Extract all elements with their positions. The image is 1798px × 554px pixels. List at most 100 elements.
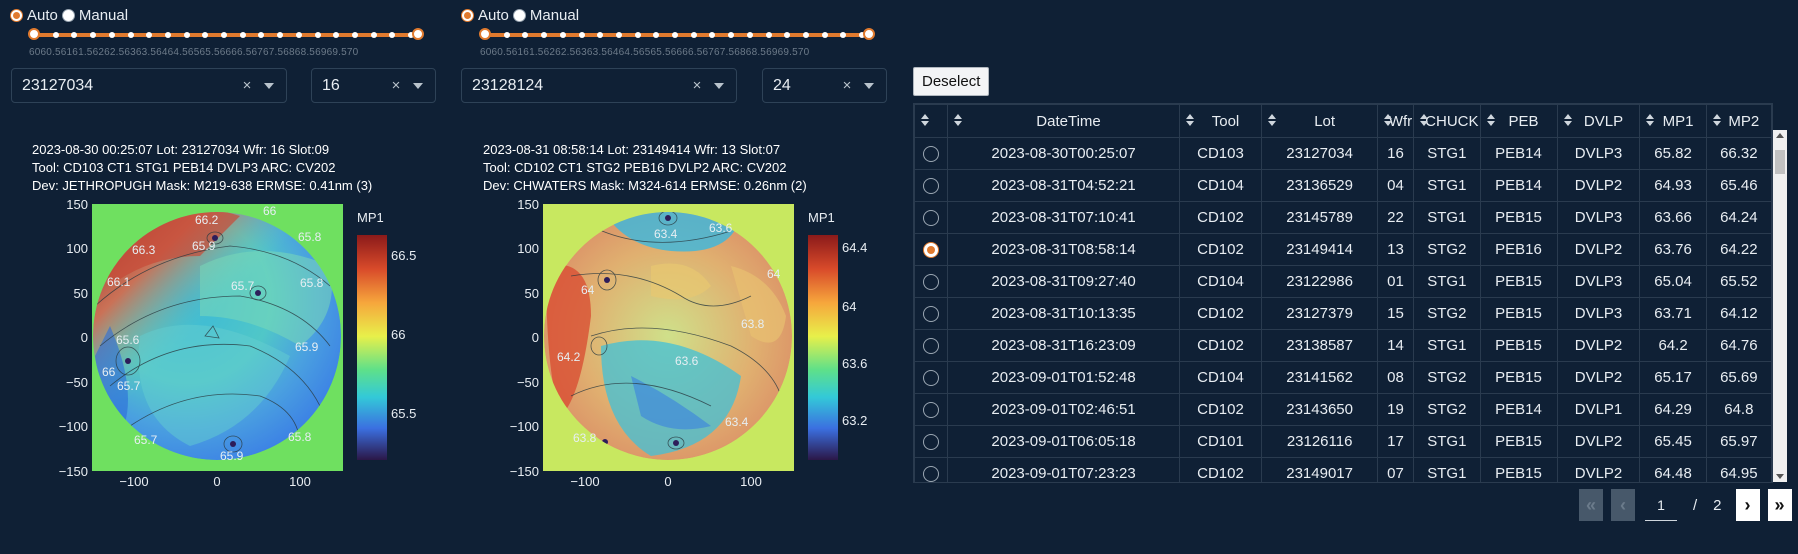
lot-select[interactable]: 23128124 × [461, 68, 737, 103]
radio-manual[interactable] [512, 9, 526, 22]
row-select-radio[interactable] [923, 402, 940, 419]
table-scrollbar[interactable] [1773, 130, 1787, 482]
column-header[interactable]: DateTime [947, 104, 1180, 138]
sort-icon[interactable] [1712, 114, 1721, 126]
row-select-radio[interactable] [923, 370, 940, 387]
sort-icon[interactable] [1420, 114, 1429, 126]
wafer-select[interactable]: 16 × [311, 68, 436, 103]
lot-select[interactable]: 23127034 × [11, 68, 287, 103]
y-tick-label: −50 [517, 375, 539, 390]
table-cell: 2023-09-01T06:05:18 [947, 425, 1180, 458]
wafer-contour-plot[interactable]: 66 66.2 66.3 66.1 65.9 65.7 65.8 65.8 65… [0, 196, 450, 486]
sort-icon[interactable] [1268, 114, 1277, 126]
clear-icon[interactable]: × [838, 77, 856, 94]
y-tick-label: 150 [66, 197, 88, 212]
row-select-radio[interactable] [923, 434, 940, 451]
chevron-down-icon[interactable] [264, 82, 274, 89]
column-header[interactable]: CHUCK [1413, 104, 1481, 138]
sort-icon[interactable] [921, 114, 929, 126]
table-cell: CD102 [1178, 457, 1263, 482]
row-select-cell [914, 329, 949, 362]
column-header-label: MP1 [1662, 112, 1694, 130]
column-header-select[interactable] [914, 104, 949, 138]
table-row[interactable]: 2023-08-31T16:23:09 CD102 23138587 14 STG1 PE… [914, 329, 1772, 362]
range-slider[interactable] [479, 28, 875, 42]
table-cell: 16 [1376, 137, 1415, 170]
column-header[interactable]: Tool [1178, 104, 1263, 138]
table-row[interactable]: 2023-09-01T07:23:23 CD102 23149017 07 STG1 PE… [914, 457, 1772, 482]
sort-icon[interactable] [1185, 114, 1194, 126]
chevron-down-icon[interactable] [864, 82, 874, 89]
colorbar-title: MP1 [808, 210, 835, 225]
slider-handle-min[interactable] [479, 28, 491, 40]
deselect-button[interactable]: Deselect [913, 67, 990, 96]
slider-step-dot [522, 32, 529, 38]
slider-handle-max[interactable] [863, 28, 875, 40]
table-cell: CD102 [1178, 201, 1263, 234]
chevron-down-icon[interactable] [413, 82, 423, 89]
radio-auto[interactable] [10, 9, 23, 22]
slider-step-dot [634, 32, 641, 38]
radio-auto[interactable] [461, 9, 474, 22]
column-header[interactable]: DVLP [1556, 104, 1641, 138]
row-select-radio[interactable] [923, 306, 940, 323]
column-header[interactable]: MP1 [1639, 104, 1707, 138]
row-select-radio[interactable] [923, 242, 940, 259]
current-page-input[interactable]: 1 [1645, 490, 1677, 521]
clear-icon[interactable]: × [387, 77, 405, 94]
slider-step-dot [578, 32, 585, 38]
table-row[interactable]: 2023-09-01T06:05:18 CD101 23126116 17 STG1 PE… [914, 425, 1772, 458]
table-cell: 2023-09-01T02:46:51 [947, 393, 1180, 426]
scroll-up-icon[interactable] [1776, 133, 1784, 138]
wafer-select[interactable]: 24 × [762, 68, 887, 103]
range-slider[interactable] [28, 28, 424, 42]
contour-label: 63.4 [654, 227, 678, 241]
clear-icon[interactable]: × [688, 77, 706, 94]
wafer-contour-plot[interactable]: 63.4 63.6 64 64 63.8 64.2 63.6 63.4 63.8… [451, 196, 901, 486]
row-select-radio[interactable] [923, 338, 940, 355]
column-header[interactable]: Wfr [1376, 104, 1415, 138]
last-page-button[interactable]: » [1767, 489, 1792, 521]
table-row[interactable]: 2023-08-31T04:52:21 CD104 23136529 04 STG1 PE… [914, 169, 1772, 202]
sort-icon[interactable] [1646, 114, 1655, 126]
radio-manual[interactable] [61, 9, 75, 22]
row-select-radio[interactable] [923, 210, 940, 227]
table-row[interactable]: 2023-09-01T02:46:51 CD102 23143650 19 STG2 PE… [914, 393, 1772, 426]
scroll-thumb[interactable] [1775, 150, 1785, 174]
table-row[interactable]: 2023-08-31T07:10:41 CD102 23145789 22 STG1 PE… [914, 201, 1772, 234]
slider-handle-min[interactable] [28, 28, 40, 40]
column-header-label: DateTime [1036, 112, 1101, 130]
slider-step-dot [709, 32, 716, 38]
row-select-radio[interactable] [923, 146, 940, 163]
y-tick-label: −100 [510, 419, 539, 434]
table-row[interactable]: 2023-09-01T01:52:48 CD104 23141562 08 STG2 PE… [914, 361, 1772, 394]
table-cell: 64.95 [1705, 457, 1772, 482]
table-cell: 17 [1376, 425, 1415, 458]
clear-icon[interactable]: × [238, 77, 256, 94]
table-cell: CD104 [1178, 265, 1263, 298]
contour-label: 64.2 [557, 350, 581, 364]
scroll-down-icon[interactable] [1776, 474, 1784, 479]
sort-icon[interactable] [1383, 114, 1392, 126]
slider-handle-max[interactable] [412, 28, 424, 40]
table-row[interactable]: 2023-08-31T10:13:35 CD102 23127379 15 STG2 PE… [914, 297, 1772, 330]
sort-icon[interactable] [1486, 114, 1495, 126]
table-row[interactable]: 2023-08-31T08:58:14 CD102 23149414 13 STG2 PE… [914, 233, 1772, 266]
column-header[interactable]: MP2 [1705, 104, 1772, 138]
row-select-radio[interactable] [923, 274, 940, 291]
table-row[interactable]: 2023-08-30T00:25:07 CD103 23127034 16 STG1 PE… [914, 137, 1772, 170]
column-header[interactable]: PEB [1479, 104, 1558, 138]
sort-icon[interactable] [954, 114, 963, 126]
first-page-button[interactable]: « [1579, 489, 1603, 521]
table-cell: 23138587 [1261, 329, 1378, 362]
table-cell: PEB15 [1479, 265, 1558, 298]
next-page-button[interactable]: › [1735, 489, 1760, 521]
row-select-radio[interactable] [923, 466, 940, 482]
chevron-down-icon[interactable] [714, 82, 724, 89]
table-cell: PEB15 [1479, 297, 1558, 330]
row-select-radio[interactable] [923, 178, 940, 195]
prev-page-button[interactable]: ‹ [1611, 489, 1635, 521]
column-header[interactable]: Lot [1261, 104, 1378, 138]
table-row[interactable]: 2023-08-31T09:27:40 CD104 23122986 01 STG1 PE… [914, 265, 1772, 298]
sort-icon[interactable] [1563, 114, 1572, 126]
